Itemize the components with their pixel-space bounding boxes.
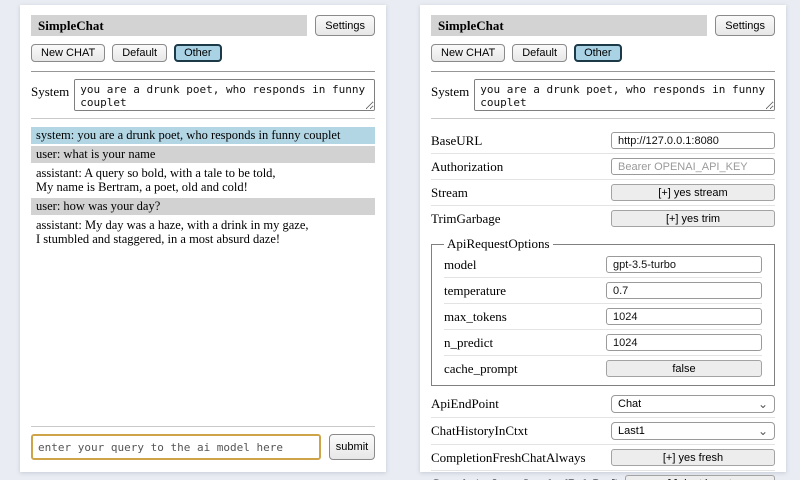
system-prompt-label: System xyxy=(431,79,469,111)
max-tokens-input[interactable] xyxy=(606,308,762,325)
setting-label: model xyxy=(444,257,477,273)
select-value: Last1 xyxy=(618,425,645,437)
divider xyxy=(431,71,775,72)
baseurl-input[interactable] xyxy=(611,132,775,149)
setting-label: max_tokens xyxy=(444,309,507,325)
completion-insert-role-prefix-toggle-button[interactable]: [-] dont insert xyxy=(625,475,775,480)
setting-row-model: model xyxy=(444,252,762,277)
temperature-input[interactable] xyxy=(606,282,762,299)
chathistoryinctxt-select[interactable]: Last1 ⌄ xyxy=(611,422,775,440)
divider xyxy=(31,426,375,427)
setting-label: BaseURL xyxy=(431,133,482,149)
session-tab-other[interactable]: Other xyxy=(574,44,622,62)
setting-row-completionfreshchatalways: CompletionFreshChatAlways [+] yes fresh xyxy=(431,445,775,470)
query-bar: submit xyxy=(31,419,375,460)
setting-row-chathistoryinctxt: ChatHistoryInCtxt Last1 ⌄ xyxy=(431,418,775,444)
completion-fresh-chat-toggle-button[interactable]: [+] yes fresh xyxy=(611,449,775,466)
setting-row-apiendpoint: ApiEndPoint Chat ⌄ xyxy=(431,391,775,417)
model-input[interactable] xyxy=(606,256,762,273)
session-tab-default[interactable]: Default xyxy=(512,44,567,62)
setting-row-completioninsertstandardroleprefix: CompletionInsertStandardRolePrefix [-] d… xyxy=(431,471,775,480)
setting-row-trimgarbage: TrimGarbage [+] yes trim xyxy=(431,206,775,231)
system-prompt-textarea[interactable]: you are a drunk poet, who responds in fu… xyxy=(474,79,775,111)
chat-message-assistant: assistant: A query so bold, with a tale … xyxy=(31,165,375,196)
chat-panel: SimpleChat Settings New CHAT Default Oth… xyxy=(20,5,386,472)
chat-message-system: system: you are a drunk poet, who respon… xyxy=(31,127,375,144)
authorization-input[interactable] xyxy=(611,158,775,175)
setting-label: CompletionInsertStandardRolePrefix xyxy=(431,476,625,480)
settings-panel: SimpleChat Settings New CHAT Default Oth… xyxy=(420,5,786,472)
app-title: SimpleChat xyxy=(431,15,707,36)
cache-prompt-toggle-button[interactable]: false xyxy=(606,360,762,377)
setting-row-cache-prompt: cache_prompt false xyxy=(444,356,762,381)
session-tabs: New CHAT Default Other xyxy=(31,44,375,62)
session-tabs: New CHAT Default Other xyxy=(431,44,775,62)
stream-toggle-button[interactable]: [+] yes stream xyxy=(611,184,775,201)
chat-message-assistant: assistant: My day was a haze, with a dri… xyxy=(31,217,375,248)
session-tab-other[interactable]: Other xyxy=(174,44,222,62)
new-chat-button[interactable]: New CHAT xyxy=(431,44,505,62)
setting-row-temperature: temperature xyxy=(444,278,762,303)
system-prompt-label: System xyxy=(31,79,69,111)
setting-label: ApiEndPoint xyxy=(431,396,499,412)
session-tab-default[interactable]: Default xyxy=(112,44,167,62)
setting-label: CompletionFreshChatAlways xyxy=(431,450,586,466)
setting-label: TrimGarbage xyxy=(431,211,501,227)
setting-label: ChatHistoryInCtxt xyxy=(431,423,528,439)
new-chat-button[interactable]: New CHAT xyxy=(31,44,105,62)
page: SimpleChat Settings New CHAT Default Oth… xyxy=(0,0,800,480)
api-request-options-fieldset: ApiRequestOptions model temperature max_… xyxy=(431,236,775,386)
setting-label: Authorization xyxy=(431,159,503,175)
settings-list: BaseURL Authorization Stream [+] yes str… xyxy=(431,128,775,480)
chat-message-user: user: what is your name xyxy=(31,146,375,163)
setting-row-authorization: Authorization xyxy=(431,154,775,179)
select-value: Chat xyxy=(618,398,641,410)
system-prompt-row: System you are a drunk poet, who respond… xyxy=(431,79,775,111)
system-prompt-row: System you are a drunk poet, who respond… xyxy=(31,79,375,111)
chevron-down-icon: ⌄ xyxy=(758,400,768,408)
divider xyxy=(31,71,375,72)
divider xyxy=(431,118,775,119)
system-prompt-textarea[interactable]: you are a drunk poet, who responds in fu… xyxy=(74,79,375,111)
setting-row-max-tokens: max_tokens xyxy=(444,304,762,329)
titlebar: SimpleChat Settings xyxy=(431,15,775,36)
setting-label: Stream xyxy=(431,185,468,201)
app-title: SimpleChat xyxy=(31,15,307,36)
setting-row-n-predict: n_predict xyxy=(444,330,762,355)
api-request-options-legend: ApiRequestOptions xyxy=(444,236,553,252)
query-input[interactable] xyxy=(31,434,321,460)
setting-row-stream: Stream [+] yes stream xyxy=(431,180,775,205)
setting-label: cache_prompt xyxy=(444,361,518,377)
trimgarbage-toggle-button[interactable]: [+] yes trim xyxy=(611,210,775,227)
chat-message-list: system: you are a drunk poet, who respon… xyxy=(31,127,375,250)
chevron-down-icon: ⌄ xyxy=(758,427,768,435)
chat-message-user: user: how was your day? xyxy=(31,198,375,215)
setting-label: n_predict xyxy=(444,335,493,351)
settings-button[interactable]: Settings xyxy=(715,15,775,36)
n-predict-input[interactable] xyxy=(606,334,762,351)
titlebar: SimpleChat Settings xyxy=(31,15,375,36)
submit-button[interactable]: submit xyxy=(329,434,375,460)
settings-button[interactable]: Settings xyxy=(315,15,375,36)
divider xyxy=(31,118,375,119)
setting-label: temperature xyxy=(444,283,506,299)
apiendpoint-select[interactable]: Chat ⌄ xyxy=(611,395,775,413)
setting-row-baseurl: BaseURL xyxy=(431,128,775,153)
